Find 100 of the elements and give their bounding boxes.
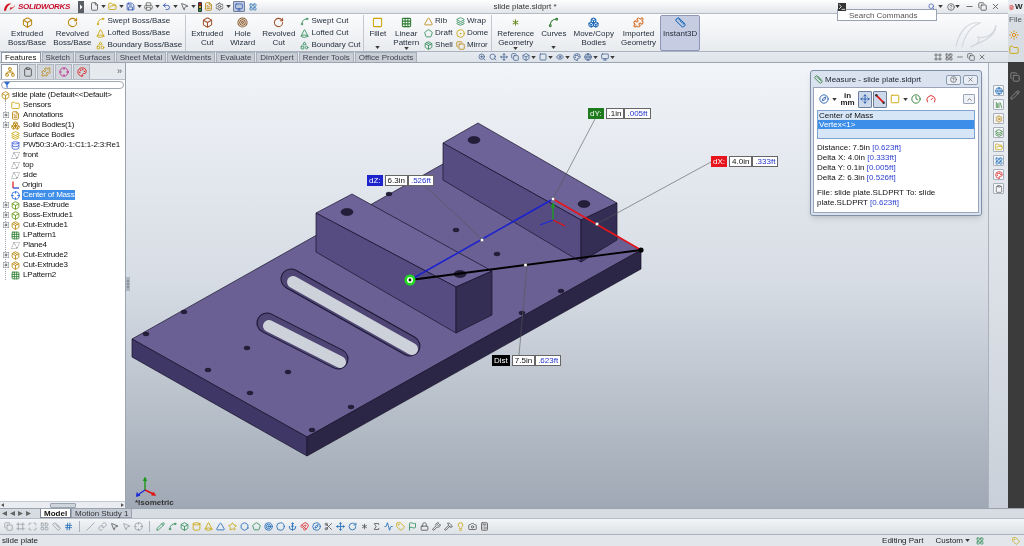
tree-item[interactable]: Origin: [21, 180, 44, 190]
move-icon[interactable]: [500, 53, 508, 61]
search-icon[interactable]: [928, 3, 935, 10]
copy-icon[interactable]: [4, 522, 13, 531]
caret-icon[interactable]: [513, 47, 519, 50]
scissors-icon[interactable]: [324, 522, 333, 531]
anchor-icon[interactable]: [288, 522, 297, 531]
cube-icon[interactable]: [522, 53, 530, 61]
settings-icon[interactable]: [215, 2, 224, 11]
tool-button[interactable]: in mm: [838, 90, 857, 108]
shapes-icon[interactable]: [96, 40, 106, 50]
lock-icon[interactable]: [420, 522, 429, 531]
tree-item[interactable]: Base-Extrude: [22, 200, 71, 210]
caret-icon[interactable]: [548, 55, 553, 59]
camera-icon[interactable]: [468, 522, 477, 531]
target-icon[interactable]: [237, 17, 249, 28]
magnet-icon[interactable]: [300, 522, 309, 531]
restore-icon[interactable]: [967, 53, 975, 61]
cylinder-icon[interactable]: [192, 522, 201, 531]
move-icon[interactable]: [336, 522, 345, 531]
tree-item[interactable]: Sensors: [22, 100, 52, 110]
ribbon-button[interactable]: Lofted Boss/Base: [95, 27, 184, 39]
right-arrow-icon[interactable]: [18, 511, 23, 516]
tab[interactable]: Weldments: [167, 52, 216, 62]
undo-icon[interactable]: [162, 2, 171, 11]
curve-icon[interactable]: [548, 17, 560, 28]
caret-icon[interactable]: [565, 55, 570, 59]
tree-item[interactable]: slide plate (Default<<Default>: [12, 90, 112, 100]
restore-icon[interactable]: [978, 2, 987, 11]
ribbon-button[interactable]: Swept Boss/Base: [95, 15, 184, 27]
copy-icon[interactable]: [455, 40, 465, 50]
settings-icon[interactable]: [994, 114, 1003, 123]
ribbon-button[interactable]: Wrap: [454, 15, 490, 27]
ruler-icon[interactable]: [52, 522, 61, 531]
close-button[interactable]: [963, 74, 978, 85]
layers-icon[interactable]: [994, 128, 1003, 137]
pentagon-icon[interactable]: [424, 28, 434, 38]
shapes-icon[interactable]: [300, 40, 310, 50]
caret-icon[interactable]: [137, 5, 142, 8]
magnifier-icon[interactable]: [489, 53, 497, 61]
left-arrow-icon[interactable]: [10, 511, 15, 516]
hammer-icon[interactable]: [444, 522, 453, 531]
ribbon-button[interactable]: Extruded Boss/Base: [5, 15, 50, 51]
circle-dot-icon[interactable]: [455, 28, 465, 38]
tab[interactable]: Sheet Metal: [115, 52, 167, 62]
funnel-icon[interactable]: [4, 82, 10, 88]
ribbon-button[interactable]: Extruded Cut: [188, 15, 227, 51]
target-icon[interactable]: [264, 522, 273, 531]
tool-button[interactable]: [873, 90, 887, 108]
zoom-in-icon[interactable]: [478, 53, 486, 61]
puzzle-icon[interactable]: [633, 17, 645, 28]
ribbon-button[interactable]: Boundary Cut: [299, 39, 362, 51]
grid-icon[interactable]: [400, 17, 412, 28]
traffic-light-icon[interactable]: [198, 1, 202, 12]
crosshair-icon[interactable]: [134, 522, 143, 531]
compass-icon[interactable]: [819, 94, 829, 104]
cone-icon[interactable]: [96, 28, 106, 38]
curve-icon[interactable]: [300, 16, 310, 26]
search-field[interactable]: Search Commands: [837, 9, 937, 21]
clipboard-icon[interactable]: [994, 184, 1003, 193]
move-icon[interactable]: [860, 94, 870, 104]
pointer-icon[interactable]: [180, 2, 189, 11]
tree-item[interactable]: Boss-Extrude1: [22, 210, 74, 220]
dimension-callout[interactable]: Dist 7.5in .623ft: [492, 355, 562, 366]
tool-button[interactable]: [858, 90, 872, 108]
package-icon[interactable]: [424, 40, 434, 50]
calculator-icon[interactable]: [480, 522, 489, 531]
link-icon[interactable]: [98, 522, 107, 531]
curve-icon[interactable]: [168, 522, 177, 531]
triangle-icon[interactable]: [424, 16, 434, 26]
rotate-icon[interactable]: [348, 522, 357, 531]
tree-item[interactable]: Surface Bodies: [22, 130, 76, 140]
ribbon-button[interactable]: Revolved Cut: [259, 15, 299, 51]
tree-item[interactable]: side: [22, 170, 38, 180]
printer-icon[interactable]: [144, 2, 153, 11]
hash-icon[interactable]: [64, 522, 73, 531]
caret-icon[interactable]: [403, 47, 409, 50]
help-icon[interactable]: [950, 76, 957, 83]
ribbon-button[interactable]: Linear Pattern: [390, 15, 423, 51]
ribbon-button[interactable]: Reference Geometry: [494, 15, 538, 51]
tree-item[interactable]: Annotations: [22, 110, 65, 120]
tab[interactable]: Office Products: [354, 52, 418, 62]
caret-icon[interactable]: [531, 55, 536, 59]
gauge-icon[interactable]: [926, 94, 936, 104]
ribbon-button[interactable]: Draft: [423, 27, 454, 39]
palette-icon[interactable]: [573, 53, 581, 61]
caret-icon[interactable]: [938, 5, 943, 8]
expand-icon[interactable]: [3, 262, 9, 268]
grid-icon[interactable]: [40, 522, 49, 531]
caret-icon[interactable]: [610, 55, 615, 59]
caret-icon[interactable]: [903, 97, 908, 101]
help-button[interactable]: [946, 74, 961, 85]
right-arrow-icon[interactable]: [121, 503, 124, 507]
rotate-icon[interactable]: [273, 17, 285, 28]
ribbon-button[interactable]: Swept Cut: [299, 15, 362, 27]
ruler-icon[interactable]: [674, 17, 686, 28]
scroll-thumb[interactable]: [49, 502, 76, 508]
wrench-icon[interactable]: [432, 522, 441, 531]
units-dropdown[interactable]: Custom: [935, 535, 970, 546]
caret-icon[interactable]: [155, 5, 160, 8]
